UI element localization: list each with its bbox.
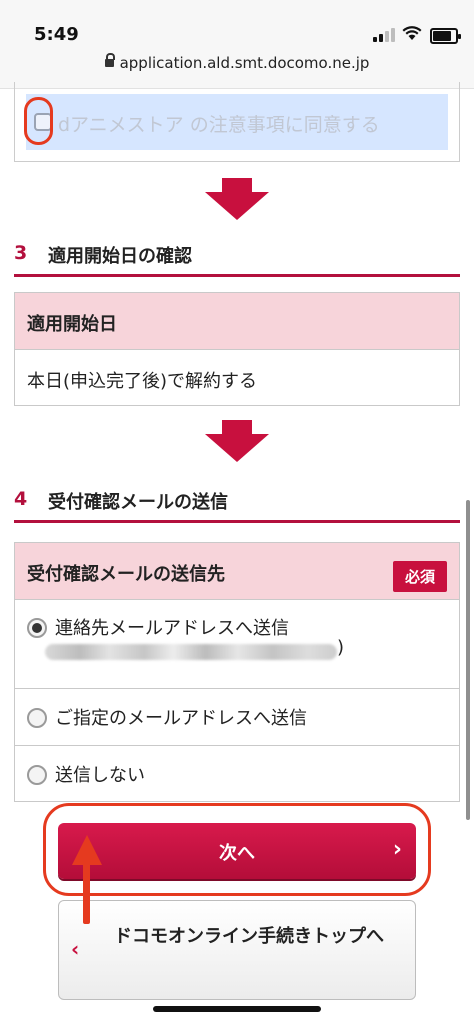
start-date-header: 適用開始日 [15,293,459,350]
chevron-left-icon: ‹ [71,937,80,961]
highlight-circle-checkbox [24,97,53,145]
section-number: 3 [14,242,28,264]
top-button-label: ドコモオンライン手続きトップへ [114,926,384,947]
annotation-arrow-icon [83,860,90,924]
radio-button-selected[interactable] [27,618,47,638]
battery-icon [430,28,461,44]
blurred-email-address [45,644,337,660]
signal-icon [373,28,395,42]
home-indicator[interactable] [153,1006,321,1012]
radio-option-no-mail[interactable]: 送信しない [15,746,459,802]
agreement-label: dアニメストア の注意事項に同意する [58,114,380,136]
status-bar: 5:49 application.ald.smt.docomo.ne.jp [0,0,474,89]
section-header-start-date: 3 適用開始日の確認 [14,238,460,277]
radio-label: 連絡先メールアドレスへ送信 [55,618,289,639]
url-bar[interactable]: application.ald.smt.docomo.ne.jp [0,53,474,72]
radio-button[interactable] [27,765,47,785]
annotation-arrow-head [72,835,102,865]
radio-label: ご指定のメールアドレスへ送信 [55,708,307,729]
wifi-icon [402,25,422,45]
required-badge: 必須 [392,561,447,592]
url-text: application.ald.smt.docomo.ne.jp [119,54,370,72]
section-number: 4 [14,488,28,510]
mail-destination-box: 受付確認メールの送信先 必須 連絡先メールアドレスへ送信 ) ご指定のメールアド… [14,542,460,802]
section-title: 受付確認メールの送信 [48,492,228,513]
lock-icon [104,53,115,67]
radio-button[interactable] [27,708,47,728]
mail-destination-label: 受付確認メールの送信先 [27,564,225,585]
radio-label: 送信しない [55,765,145,786]
section-header-mail: 4 受付確認メールの送信 [14,484,460,523]
down-arrow-icon [205,420,269,462]
scrollbar[interactable] [466,500,470,820]
start-date-value: 本日(申込完了後)で解約する [27,371,258,392]
start-date-label: 適用開始日 [27,314,117,335]
radio-option-specified-mail[interactable]: ご指定のメールアドレスへ送信 [15,689,459,746]
online-procedures-top-button[interactable]: ‹ ドコモオンライン手続きトップへ [58,900,416,1000]
status-time: 5:49 [34,24,79,45]
section-title: 適用開始日の確認 [48,246,192,267]
mail-destination-header: 受付確認メールの送信先 必須 [15,543,459,600]
email-close-paren: ) [337,637,345,658]
start-date-box: 適用開始日 本日(申込完了後)で解約する [14,292,460,406]
down-arrow-icon [205,178,269,220]
radio-option-contact-mail[interactable]: 連絡先メールアドレスへ送信 ) [15,600,459,689]
